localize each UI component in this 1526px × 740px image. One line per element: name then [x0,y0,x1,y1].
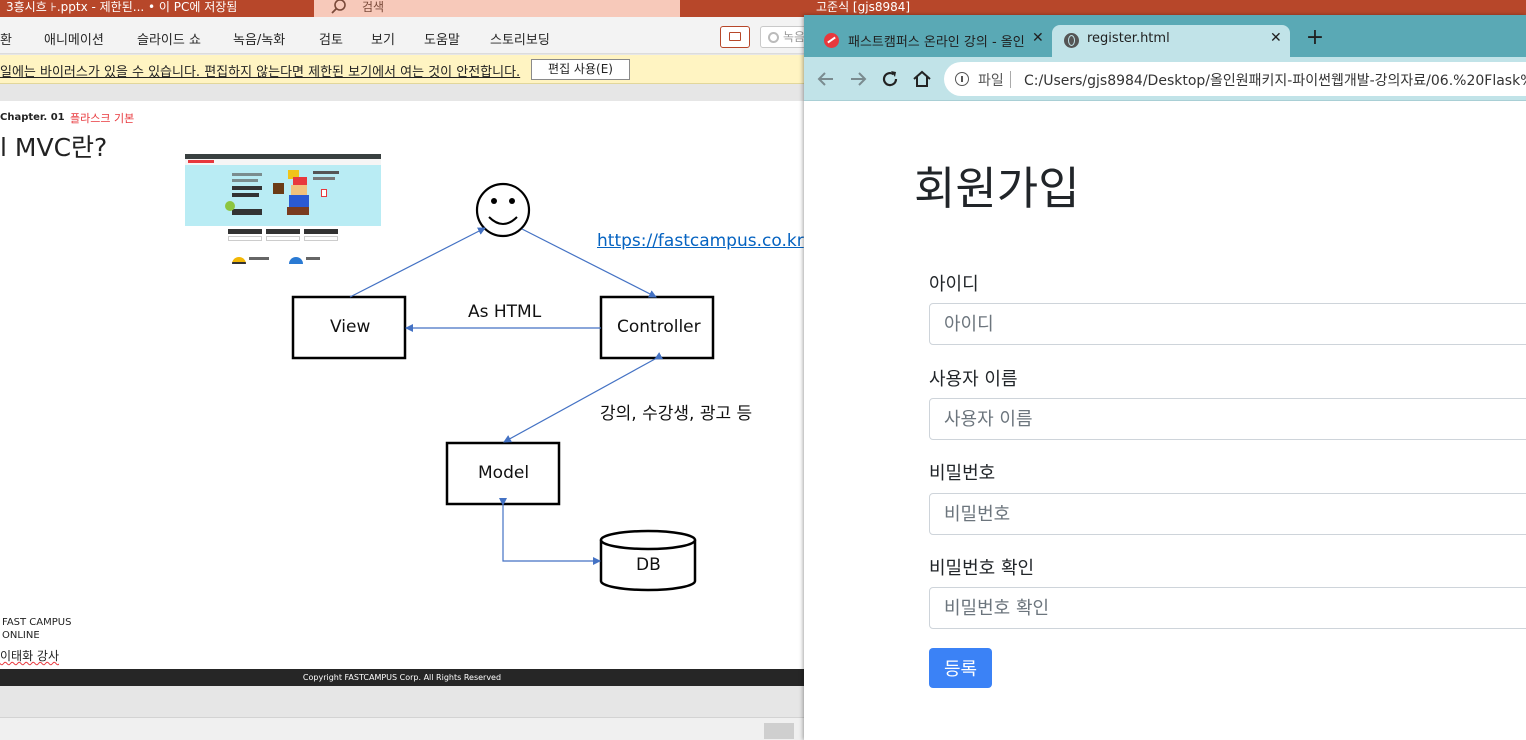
userid-input[interactable] [929,303,1526,345]
username-label: 사용자 이름 [929,369,1018,390]
fastcampus-favicon-icon [824,33,839,48]
back-arrow-icon[interactable] [814,67,838,91]
protected-view-message[interactable]: 일에는 바이러스가 있을 수 있습니다. 편집하지 않는다면 제한된 보기에서 … [0,61,520,80]
comment-icon [729,32,741,41]
url-separator [1010,71,1011,88]
userid-label: 아이디 [929,274,979,295]
tab-title: 패스트캠퍼스 온라인 강의 - 올인 [848,35,1025,50]
db-label: DB [636,555,661,575]
ppt-status-bar [0,717,804,740]
comment-button[interactable] [720,26,750,48]
password-label: 비밀번호 [929,463,996,484]
url-scheme: 파일 [978,73,1004,89]
enable-editing-button[interactable]: 편집 사용(E) [531,59,630,80]
password-input[interactable] [929,493,1526,535]
ppt-document-title: 3흥시흐 ⊦.pptx - 제한된... • 이 PC에 저장됨 [6,0,238,14]
controller-label: Controller [617,317,701,337]
fastcampus-link[interactable]: https://fastcampus.co.kr [597,231,804,251]
data-examples-label: 강의, 수강생, 광고 등 [600,404,753,424]
chapter-subtitle: 플라스크 기본 [70,112,135,125]
website-screenshot-image [185,154,381,269]
ppt-user-name[interactable]: 고준식 [gjs8984] [816,0,910,15]
ppt-search-box[interactable]: 검색 [314,0,680,17]
address-bar[interactable]: 파일 C:/Users/gjs8984/Desktop/올인원패키지-파이썬웹개… [944,62,1526,96]
menu-item-transitions[interactable]: 환 [0,29,12,48]
menu-item-review[interactable]: 검토 [319,29,343,48]
password-confirm-label: 비밀번호 확인 [929,558,1035,579]
info-icon[interactable] [955,72,969,86]
menu-item-view[interactable]: 보기 [371,29,395,48]
menu-item-slideshow[interactable]: 슬라이드 쇼 [137,29,201,48]
page-title: 회원가입 [914,162,1080,215]
model-label: Model [478,463,530,483]
footer-org-line1: FAST CAMPUS [2,617,72,628]
close-icon[interactable]: ✕ [1270,30,1282,46]
password-confirm-input[interactable] [929,587,1526,629]
url-text[interactable]: C:/Users/gjs8984/Desktop/올인원패키지-파이썬웹개발-강… [1024,70,1526,90]
close-icon[interactable]: ✕ [1032,30,1044,46]
footer-organization: FAST CAMPUS ONLINE [2,616,71,642]
search-icon [331,0,346,14]
menu-item-recording[interactable]: 녹음/녹화 [233,29,285,48]
forward-arrow-icon[interactable] [846,67,870,91]
register-page: 회원가입 아이디 사용자 이름 비밀번호 비밀번호 확인 등록 [804,102,1526,740]
tab-title: register.html [1087,31,1170,46]
menu-item-help[interactable]: 도움말 [424,29,460,48]
tab-fastcampus[interactable]: 패스트캠퍼스 온라인 강의 - 올인 ✕ [812,25,1050,57]
chapter-label: Chapter. 01 [0,112,65,123]
register-button[interactable]: 등록 [929,648,992,688]
view-label: View [330,317,371,337]
browser-toolbar: 파일 C:/Users/gjs8984/Desktop/올인원패키지-파이썬웹개… [804,57,1526,101]
record-label: 녹음 [783,30,806,44]
username-input[interactable] [929,398,1526,440]
ppt-search-placeholder: 검색 [362,0,385,14]
menu-item-animations[interactable]: 애니메이션 [44,29,104,48]
menu-item-storyboarding[interactable]: 스토리보딩 [490,29,550,48]
home-icon[interactable] [910,67,934,91]
footer-org-line2: ONLINE [2,630,40,641]
globe-icon [1064,33,1079,48]
normal-view-icon[interactable] [764,723,794,739]
tab-register[interactable]: register.html ✕ [1052,25,1290,57]
footer-lecturer: 이태화 강사 [0,649,60,663]
chrome-window: 패스트캠퍼스 온라인 강의 - 올인 ✕ register.html ✕ + 파… [804,15,1526,740]
slide [0,101,804,686]
copyright-bar: Copyright FASTCAMPUS Corp. All Rights Re… [0,669,804,686]
new-tab-button[interactable]: + [1304,27,1326,50]
as-html-label: As HTML [468,302,542,322]
tab-strip: 패스트캠퍼스 온라인 강의 - 올인 ✕ register.html ✕ + [804,15,1526,57]
record-icon [768,32,779,43]
slide-title: l MVC란? [0,133,108,162]
reload-icon[interactable] [878,67,902,91]
